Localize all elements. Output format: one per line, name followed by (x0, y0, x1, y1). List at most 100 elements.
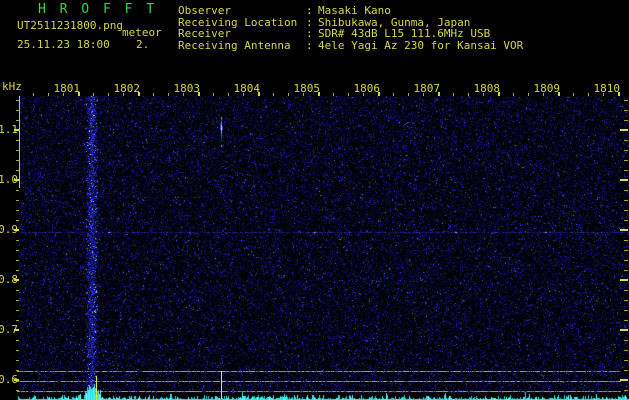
x-tick-minor (213, 93, 214, 96)
y-tick-minor (16, 300, 19, 301)
x-tick-label: 1805 (293, 82, 321, 95)
info-label: Receiving Antenna (178, 38, 291, 52)
y-tick-minor (16, 140, 19, 141)
right-tick-major (620, 129, 628, 131)
x-tick-minor (93, 93, 94, 96)
x-tick-minor (333, 93, 334, 96)
x-tick-label: 1809 (533, 82, 561, 95)
x-tick-minor (393, 93, 394, 96)
y-tick-major (14, 179, 19, 181)
x-tick-minor (108, 93, 109, 96)
y-tick-minor (16, 170, 19, 171)
y-tick-minor (16, 160, 19, 161)
x-tick-major (558, 92, 560, 96)
right-tick-minor (624, 290, 628, 291)
x-tick-minor (243, 93, 244, 96)
right-tick-minor (624, 350, 628, 351)
y-tick-major (14, 229, 19, 231)
x-tick-minor (468, 93, 469, 96)
y-tick-minor (16, 370, 19, 371)
right-tick-minor (624, 310, 628, 311)
right-tick-minor (624, 140, 628, 141)
x-tick-label: 1803 (173, 82, 201, 95)
right-tick-minor (624, 210, 628, 211)
x-tick-minor (228, 93, 229, 96)
x-tick-minor (543, 93, 544, 96)
right-tick-minor (624, 190, 628, 191)
x-tick-minor (123, 93, 124, 96)
y-tick-minor (16, 200, 19, 201)
y-tick-major (14, 329, 19, 331)
x-tick-minor (603, 93, 604, 96)
y-tick-minor (16, 360, 19, 361)
x-tick-minor (168, 93, 169, 96)
x-tick-minor (588, 93, 589, 96)
x-tick-major (318, 92, 320, 96)
x-tick-label: 1806 (353, 82, 381, 95)
app-title: H R O F F T (38, 2, 158, 17)
right-tick-major (620, 229, 628, 231)
x-tick-label: 1808 (473, 82, 501, 95)
x-tick-minor (423, 93, 424, 96)
x-tick-major (438, 92, 440, 96)
x-tick-minor (153, 93, 154, 96)
y-tick-major (14, 279, 19, 281)
echo-count-label: 2. (136, 38, 150, 51)
x-tick-major (378, 92, 380, 96)
y-tick-major (14, 379, 19, 381)
y-tick-minor (16, 390, 19, 391)
right-tick-minor (624, 320, 628, 321)
right-tick-minor (624, 260, 628, 261)
y-axis-line (19, 96, 20, 188)
right-tick-major (620, 279, 628, 281)
y-tick-minor (16, 340, 19, 341)
right-tick-major (620, 179, 628, 181)
hrofft-window: H R O F F T UT2511231800.png meteor 25.1… (0, 0, 629, 400)
right-tick-minor (624, 300, 628, 301)
right-tick-minor (624, 220, 628, 221)
right-tick-minor (624, 200, 628, 201)
right-tick-minor (624, 390, 628, 391)
x-tick-major (198, 92, 200, 96)
right-tick-major (620, 379, 628, 381)
right-tick-minor (624, 110, 628, 111)
x-tick-minor (33, 93, 34, 96)
right-tick-minor (624, 250, 628, 251)
y-tick-minor (16, 320, 19, 321)
y-tick-minor (16, 290, 19, 291)
y-tick-minor (16, 240, 19, 241)
x-tick-minor (483, 93, 484, 96)
y-tick-minor (16, 190, 19, 191)
x-tick-minor (453, 93, 454, 96)
y-tick-minor (16, 120, 19, 121)
info-row: Receiving Antenna:4ele Yagi Az 230 for K… (178, 38, 524, 52)
echo-marker (96, 376, 97, 400)
right-tick-minor (624, 240, 628, 241)
y-tick-major (14, 129, 19, 131)
datetime-label: 25.11.23 18:00 (17, 38, 110, 51)
x-tick-minor (48, 93, 49, 96)
right-tick-major (620, 329, 628, 331)
x-tick-minor (363, 93, 364, 96)
y-tick-minor (16, 260, 19, 261)
right-tick-minor (624, 170, 628, 171)
info-colon: : (306, 38, 313, 52)
x-tick-minor (273, 93, 274, 96)
x-tick-minor (288, 93, 289, 96)
echo-marker (221, 371, 222, 399)
right-tick-minor (624, 270, 628, 271)
y-tick-minor (16, 210, 19, 211)
x-tick-label: 1801 (53, 82, 81, 95)
x-tick-major (258, 92, 260, 96)
y-tick-minor (16, 270, 19, 271)
x-tick-minor (348, 93, 349, 96)
right-tick-minor (624, 360, 628, 361)
x-tick-minor (303, 93, 304, 96)
y-tick-minor (16, 100, 19, 101)
x-tick-minor (408, 93, 409, 96)
y-tick-minor (16, 110, 19, 111)
x-tick-label: 1807 (413, 82, 441, 95)
x-tick-minor (183, 93, 184, 96)
info-value: 4ele Yagi Az 230 for Kansai VOR (318, 38, 524, 52)
y-tick-minor (16, 350, 19, 351)
